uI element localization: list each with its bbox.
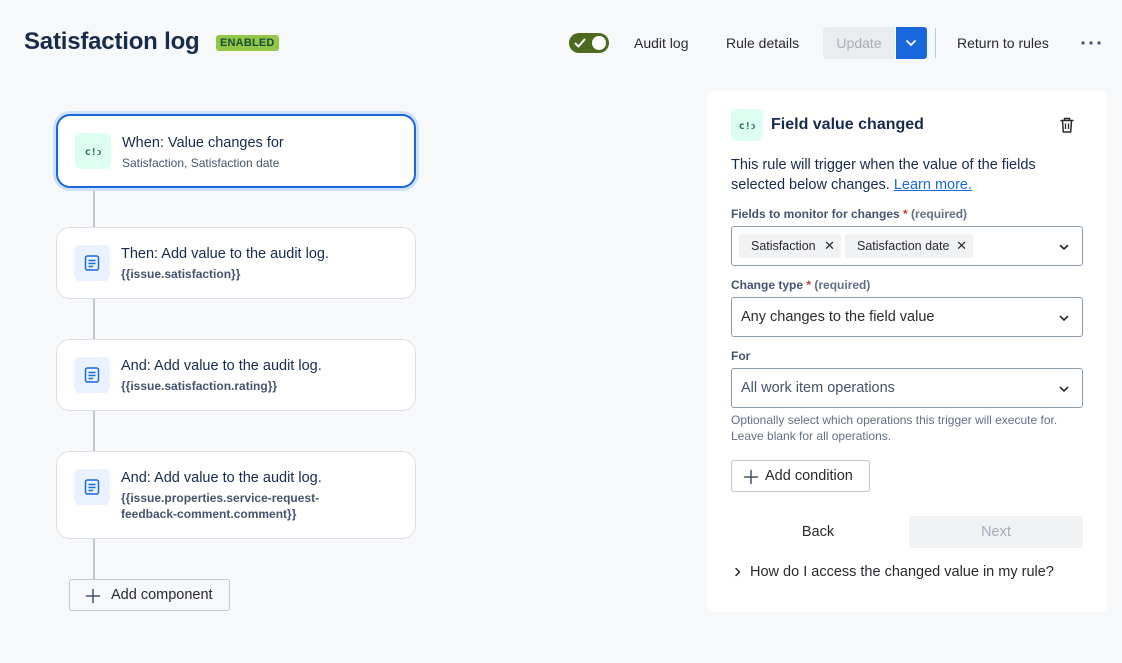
required-mark: *: [903, 207, 908, 221]
more-options-button[interactable]: [1079, 33, 1103, 53]
help-expander-label: How do I access the changed value in my …: [750, 564, 1054, 580]
required-text: (required): [911, 207, 968, 221]
step-title: When: Value changes for: [122, 135, 284, 151]
add-condition-button[interactable]: Add condition: [731, 460, 870, 492]
add-condition-label: Add condition: [765, 468, 853, 484]
panel-description: This rule will trigger when the value of…: [731, 157, 1036, 193]
plus-icon: [85, 588, 101, 604]
field-change-icon: c!ↄ: [75, 133, 111, 169]
audit-log-icon: [74, 469, 110, 505]
next-button[interactable]: Next: [909, 516, 1083, 548]
flow-connector: [93, 410, 95, 452]
fields-multiselect[interactable]: Satisfaction ✕ Satisfaction date ✕: [731, 226, 1083, 266]
flow-step-action[interactable]: And: Add value to the audit log. {{issue…: [56, 451, 416, 539]
learn-more-link[interactable]: Learn more.: [894, 177, 972, 193]
page-title: Satisfaction log: [24, 28, 200, 55]
required-mark: *: [806, 278, 812, 292]
status-badge: ENABLED: [216, 35, 279, 51]
field-tag: Satisfaction date ✕: [845, 234, 973, 258]
change-type-select[interactable]: Any changes to the field value: [731, 297, 1083, 337]
back-button[interactable]: Back: [731, 516, 905, 548]
fields-label: Fields to monitor for changes * (require…: [731, 207, 968, 221]
chevron-down-icon: [906, 40, 916, 46]
chevron-down-icon: [1059, 244, 1069, 250]
for-label: For: [731, 349, 751, 363]
operations-helper-text: Optionally select which operations this …: [731, 413, 1058, 443]
audit-log-button[interactable]: Audit log: [634, 28, 688, 58]
remove-tag-icon[interactable]: ✕: [956, 234, 967, 258]
step-subtitle: Satisfaction, Satisfaction date: [122, 156, 280, 170]
svg-text:c!ↄ: c!ↄ: [85, 147, 102, 158]
header-divider: [935, 28, 936, 58]
step-subtitle: {{issue.properties.service-request- feed…: [121, 490, 401, 522]
rule-enabled-toggle[interactable]: [569, 33, 609, 53]
field-change-icon: c!ↄ: [731, 109, 763, 141]
flow-step-action[interactable]: And: Add value to the audit log. {{issue…: [56, 339, 416, 411]
chevron-down-icon: [1059, 315, 1069, 321]
add-component-button[interactable]: Add component: [69, 579, 230, 611]
required-text: (required): [814, 278, 871, 292]
flow-connector: [93, 188, 95, 228]
step-subtitle: {{issue.satisfaction}}: [121, 267, 241, 281]
step-title: Then: Add value to the audit log.: [121, 246, 329, 262]
svg-text:c!ↄ: c!ↄ: [739, 121, 756, 132]
change-type-label: Change type * (required): [731, 278, 871, 292]
delete-trigger-button[interactable]: [1057, 115, 1077, 135]
step-title: And: Add value to the audit log.: [121, 358, 322, 374]
step-subtitle-line: {{issue.properties.service-request-: [121, 491, 320, 505]
chevron-down-icon: [1059, 386, 1069, 392]
changed-value-help-expander[interactable]: How do I access the changed value in my …: [733, 562, 1054, 582]
plus-icon: [743, 469, 759, 485]
update-button[interactable]: Update: [823, 27, 895, 59]
rule-details-button[interactable]: Rule details: [726, 28, 799, 58]
check-icon: [574, 38, 586, 48]
add-component-label: Add component: [111, 587, 213, 603]
audit-log-icon: [74, 245, 110, 281]
step-subtitle-line: feedback-comment.comment}}: [121, 507, 297, 521]
return-to-rules-button[interactable]: Return to rules: [957, 28, 1049, 58]
trash-icon: [1060, 117, 1074, 133]
field-tag: Satisfaction ✕: [739, 234, 841, 258]
step-subtitle: {{issue.satisfaction.rating}}: [121, 379, 278, 393]
flow-connector: [93, 298, 95, 340]
panel-title: Field value changed: [771, 116, 924, 133]
update-dropdown-button[interactable]: [896, 27, 927, 59]
flow-connector: [93, 538, 95, 579]
audit-log-icon: [74, 357, 110, 393]
rule-header: Satisfaction log ENABLED Audit log Rule …: [0, 0, 1122, 86]
toggle-knob: [592, 36, 606, 50]
more-icon: [1081, 41, 1101, 45]
step-title: And: Add value to the audit log.: [121, 470, 322, 486]
change-type-value: Any changes to the field value: [741, 309, 935, 325]
operations-select[interactable]: All work item operations: [731, 368, 1083, 408]
remove-tag-icon[interactable]: ✕: [824, 234, 835, 258]
flow-step-trigger[interactable]: c!ↄ When: Value changes for Satisfaction…: [56, 114, 416, 188]
operations-value: All work item operations: [741, 380, 895, 396]
flow-step-action[interactable]: Then: Add value to the audit log. {{issu…: [56, 227, 416, 299]
chevron-right-icon: [735, 567, 741, 577]
trigger-config-panel: c!ↄ Field value changed This rule will t…: [707, 91, 1107, 612]
